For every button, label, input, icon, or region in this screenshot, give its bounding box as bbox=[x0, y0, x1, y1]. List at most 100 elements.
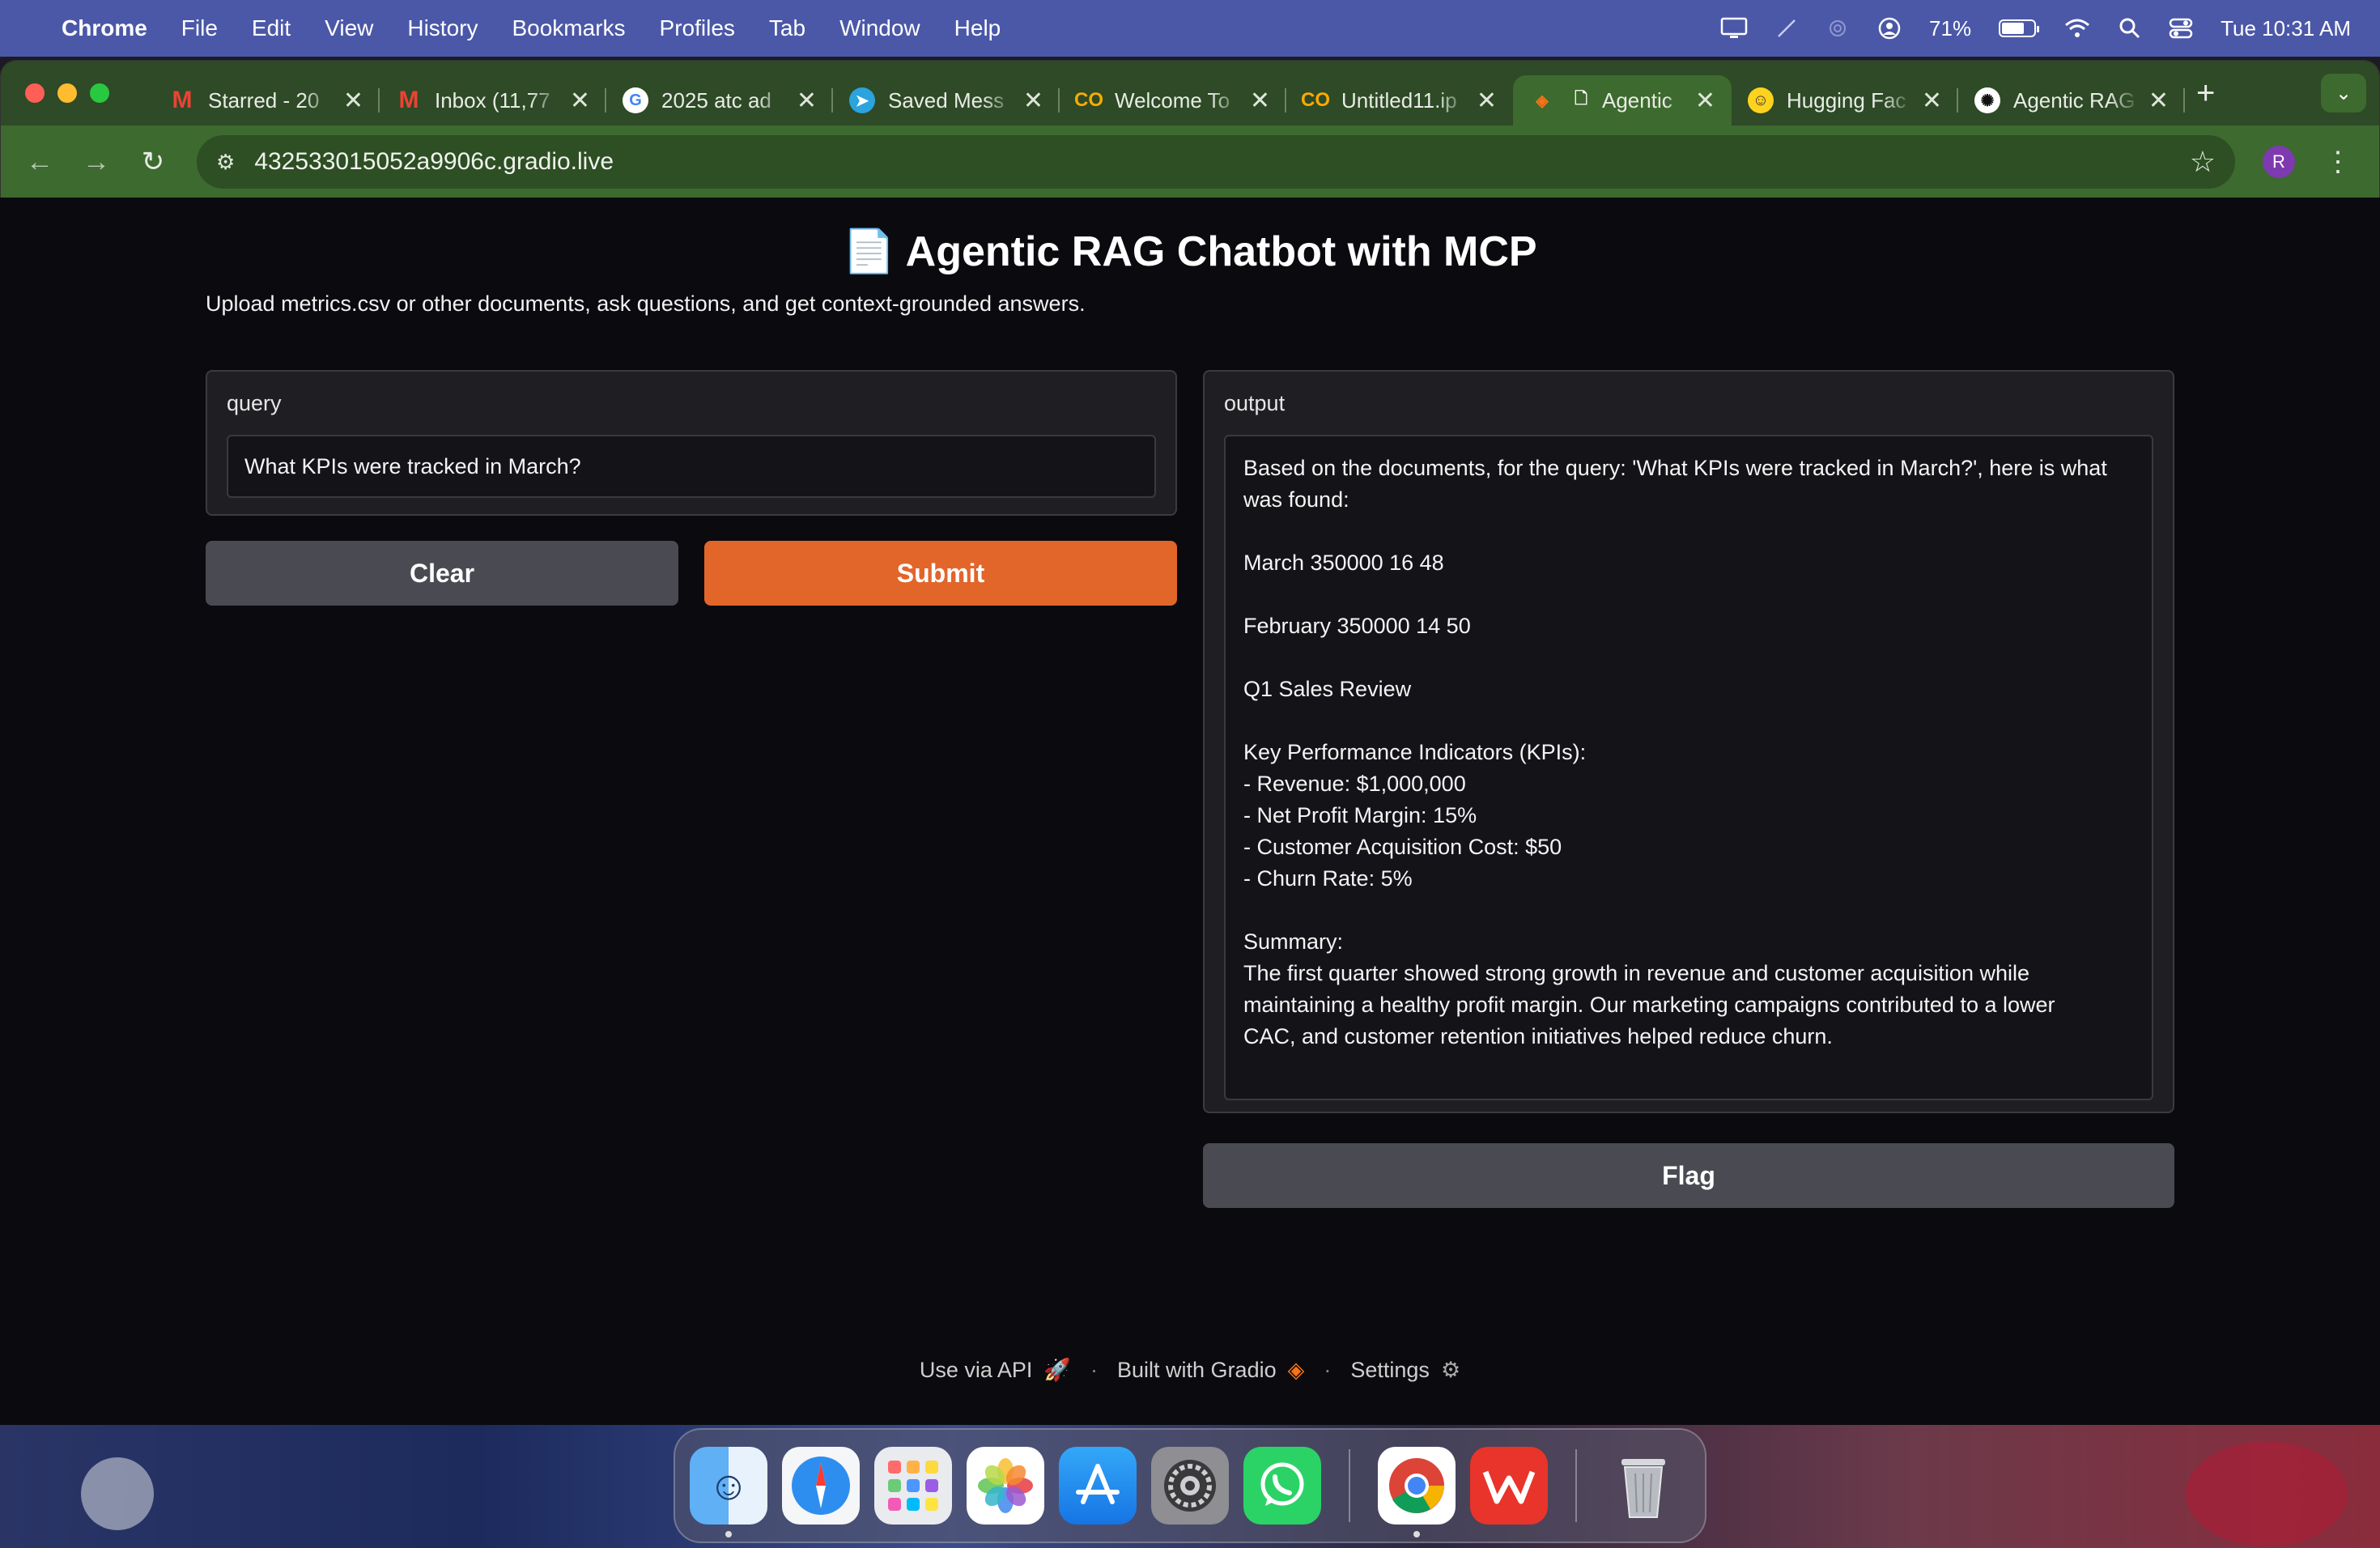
output-label: output bbox=[1224, 391, 1286, 415]
display-icon[interactable] bbox=[1720, 17, 1748, 40]
pen-icon[interactable] bbox=[1775, 17, 1798, 40]
finder-icon[interactable]: ☺ bbox=[690, 1447, 767, 1537]
tab-title: Welcome To bbox=[1115, 87, 1230, 113]
gmail-icon: M bbox=[398, 87, 419, 113]
menu-tab[interactable]: Tab bbox=[769, 15, 805, 41]
browser-tab[interactable]: CO Untitled11.ip ✕ bbox=[1286, 75, 1513, 125]
user-account-icon[interactable] bbox=[1877, 16, 1902, 40]
close-tab-icon[interactable]: ✕ bbox=[1477, 87, 1497, 115]
tab-search-chevron-icon[interactable]: ⌄ bbox=[2321, 74, 2366, 113]
clock[interactable]: Tue 10:31 AM bbox=[2221, 16, 2351, 41]
query-input[interactable]: What KPIs were tracked in March? bbox=[227, 435, 1156, 498]
browser-tab[interactable]: CO Welcome To ✕ bbox=[1060, 75, 1286, 125]
menu-view[interactable]: View bbox=[325, 15, 373, 41]
battery-icon[interactable] bbox=[1999, 19, 2040, 37]
app-store-icon[interactable] bbox=[1059, 1447, 1137, 1525]
google-icon: G bbox=[623, 87, 648, 113]
tab-strip: M Starred - 20 ✕ M Inbox (11,77 ✕ G 2025… bbox=[1, 61, 2379, 125]
gmail-icon: M bbox=[172, 87, 193, 113]
close-tab-icon[interactable]: ✕ bbox=[1023, 87, 1043, 115]
colab-icon: CO bbox=[1074, 89, 1103, 111]
close-window-button[interactable] bbox=[25, 83, 45, 103]
photos-icon[interactable] bbox=[967, 1447, 1044, 1525]
browser-tab[interactable]: M Starred - 20 ✕ bbox=[153, 75, 380, 125]
tab-divider bbox=[2183, 88, 2185, 113]
browser-tab[interactable]: ➤ Saved Mess ✕ bbox=[833, 75, 1060, 125]
wps-office-icon[interactable] bbox=[1470, 1447, 1548, 1525]
running-indicator bbox=[725, 1531, 732, 1537]
close-tab-icon[interactable]: ✕ bbox=[1922, 87, 1942, 115]
gradio-icon: ◈ bbox=[1536, 91, 1549, 110]
menu-profiles[interactable]: Profiles bbox=[660, 15, 735, 41]
menu-window[interactable]: Window bbox=[839, 15, 920, 41]
menu-file[interactable]: File bbox=[181, 15, 218, 41]
site-settings-icon[interactable]: ⚙ bbox=[216, 150, 235, 175]
safari-icon[interactable] bbox=[782, 1447, 860, 1525]
built-with-gradio-link[interactable]: Built with Gradio bbox=[1117, 1358, 1277, 1383]
chrome-icon[interactable] bbox=[1378, 1447, 1456, 1537]
close-tab-icon[interactable]: ✕ bbox=[797, 87, 817, 115]
page-description: Upload metrics.csv or other documents, a… bbox=[206, 291, 1086, 316]
spotlight-search-icon[interactable] bbox=[2119, 17, 2141, 40]
flag-button[interactable]: Flag bbox=[1203, 1143, 2174, 1208]
document-icon: 🗋 bbox=[1574, 90, 1588, 108]
close-tab-icon[interactable]: ✕ bbox=[1695, 87, 1715, 115]
close-tab-icon[interactable]: ✕ bbox=[2148, 87, 2169, 115]
url-text[interactable]: 432533015052a9906c.gradio.live bbox=[254, 148, 614, 176]
chrome-menu-icon[interactable]: ⋮ bbox=[2324, 146, 2352, 178]
browser-tab[interactable]: M Inbox (11,77 ✕ bbox=[380, 75, 606, 125]
wifi-icon[interactable] bbox=[2063, 18, 2091, 39]
menu-app-name[interactable]: Chrome bbox=[62, 15, 147, 41]
macos-menubar: Chrome File Edit View History Bookmarks … bbox=[0, 0, 2380, 57]
tab-title: Agentic bbox=[1602, 87, 1672, 113]
huggingface-icon: ☺ bbox=[1748, 87, 1774, 113]
profile-avatar[interactable]: R bbox=[2263, 146, 2295, 178]
clear-button[interactable]: Clear bbox=[206, 541, 678, 606]
browser-tab[interactable]: ✺ Agentic RAG ✕ bbox=[1958, 75, 2185, 125]
airdrop-icon[interactable] bbox=[1825, 16, 1850, 40]
close-tab-icon[interactable]: ✕ bbox=[1250, 87, 1270, 115]
openai-icon: ✺ bbox=[1974, 87, 2000, 113]
system-settings-icon[interactable] bbox=[1151, 1447, 1229, 1525]
address-bar[interactable]: ⚙ 432533015052a9906c.gradio.live ☆ bbox=[197, 135, 2235, 189]
menu-help[interactable]: Help bbox=[954, 15, 1001, 41]
tab-title: 2025 atc ad bbox=[661, 87, 771, 113]
trash-icon[interactable] bbox=[1604, 1447, 1682, 1525]
footer-separator: · bbox=[1090, 1357, 1099, 1382]
output-textbox[interactable]: Based on the documents, for the query: '… bbox=[1224, 435, 2153, 1100]
forward-icon[interactable]: → bbox=[77, 147, 116, 178]
gradio-app: 📄 Agentic RAG Chatbot with MCP Upload me… bbox=[0, 198, 2380, 1425]
browser-tab[interactable]: G 2025 atc ad ✕ bbox=[606, 75, 833, 125]
browser-tab-active[interactable]: ◈ 🗋 Agentic ✕ bbox=[1513, 75, 1732, 125]
close-tab-icon[interactable]: ✕ bbox=[570, 87, 590, 115]
footer-separator: · bbox=[1324, 1357, 1332, 1382]
menu-history[interactable]: History bbox=[407, 15, 478, 41]
settings-link[interactable]: Settings bbox=[1350, 1358, 1430, 1383]
close-tab-icon[interactable]: ✕ bbox=[343, 87, 363, 115]
gradio-logo-icon: ◈ bbox=[1287, 1357, 1305, 1382]
tab-title: Hugging Fac bbox=[1787, 87, 1906, 113]
whatsapp-icon[interactable] bbox=[1243, 1447, 1321, 1525]
zoom-window-button[interactable] bbox=[90, 83, 109, 103]
wallpaper-flowers bbox=[2186, 1441, 2348, 1546]
query-input-value: What KPIs were tracked in March? bbox=[244, 454, 581, 478]
new-tab-icon[interactable]: + bbox=[2196, 75, 2215, 112]
use-via-api-link[interactable]: Use via API bbox=[920, 1358, 1033, 1383]
browser-tab[interactable]: ☺ Hugging Fac ✕ bbox=[1732, 75, 1958, 125]
menu-edit[interactable]: Edit bbox=[252, 15, 291, 41]
minimize-window-button[interactable] bbox=[57, 83, 77, 103]
page-title: 📄 Agentic RAG Chatbot with MCP bbox=[843, 228, 1537, 275]
bookmark-star-icon[interactable]: ☆ bbox=[2190, 145, 2216, 179]
menu-bookmarks[interactable]: Bookmarks bbox=[512, 15, 625, 41]
dock: ☺ bbox=[674, 1428, 1706, 1543]
colab-icon: CO bbox=[1301, 89, 1330, 111]
control-center-icon[interactable] bbox=[2169, 17, 2193, 40]
query-label: query bbox=[227, 391, 282, 415]
submit-button[interactable]: Submit bbox=[704, 541, 1177, 606]
telegram-icon: ➤ bbox=[849, 87, 875, 113]
launchpad-icon[interactable] bbox=[874, 1447, 952, 1525]
reload-icon[interactable]: ↻ bbox=[134, 146, 172, 178]
running-indicator bbox=[1413, 1531, 1420, 1537]
back-icon[interactable]: ← bbox=[20, 147, 59, 178]
gradio-footer: Use via API 🚀 · Built with Gradio ◈ · Se… bbox=[0, 1357, 2380, 1383]
